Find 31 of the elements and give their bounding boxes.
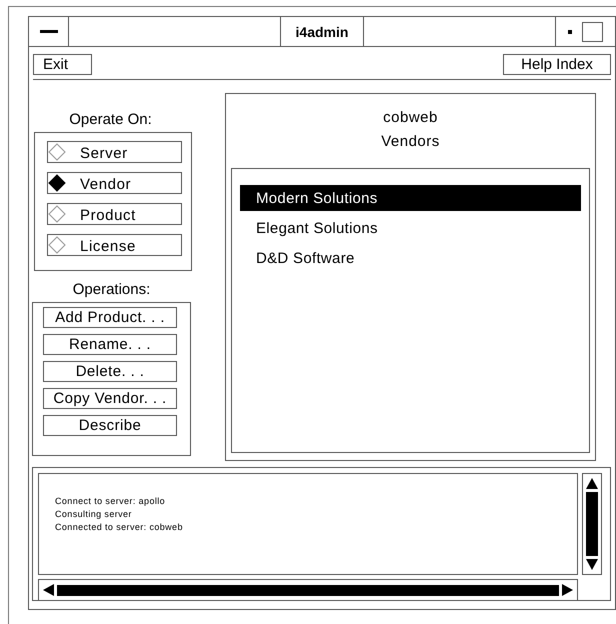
log-line: Connected to server: cobweb <box>55 522 184 532</box>
group-label: Operate On: <box>68 111 153 128</box>
log-line: Consulting server <box>55 509 133 519</box>
vertical-scrollbar[interactable] <box>582 473 602 575</box>
horizontal-scrollbar[interactable] <box>38 579 578 601</box>
window-menu-icon[interactable] <box>40 30 58 33</box>
scroll-thumb[interactable] <box>57 584 559 596</box>
scroll-thumb[interactable] <box>586 492 598 556</box>
maximize-icon[interactable] <box>582 22 603 42</box>
exit-button[interactable]: Exit <box>33 54 92 75</box>
up-arrow-icon[interactable] <box>586 478 598 489</box>
operation-button[interactable]: Add Product. . . <box>43 307 177 328</box>
radio-option[interactable]: Vendor <box>47 172 182 194</box>
left-arrow-icon[interactable] <box>43 584 54 596</box>
down-arrow-icon[interactable] <box>586 559 598 570</box>
log-line: Connect to server: apollo <box>55 496 166 506</box>
minimize-icon[interactable] <box>568 30 572 34</box>
panel-heading: Vendors <box>381 132 440 152</box>
server-name: cobweb <box>383 108 438 128</box>
radio-option[interactable]: License <box>47 234 182 256</box>
operation-button[interactable]: Delete. . . <box>43 361 177 382</box>
vendor-item[interactable]: Modern Solutions <box>240 185 581 211</box>
group-label: Operations: <box>72 281 152 298</box>
operation-button[interactable]: Copy Vendor. . . <box>43 388 177 409</box>
help-index-button[interactable]: Help Index <box>503 54 611 75</box>
right-arrow-icon[interactable] <box>562 584 573 596</box>
operation-button[interactable]: Describe <box>43 415 177 436</box>
radio-option[interactable]: Server <box>47 141 182 163</box>
window-title: i4admin <box>296 24 348 40</box>
operation-button[interactable]: Rename. . . <box>43 334 177 355</box>
radio-option[interactable]: Product <box>47 203 182 225</box>
